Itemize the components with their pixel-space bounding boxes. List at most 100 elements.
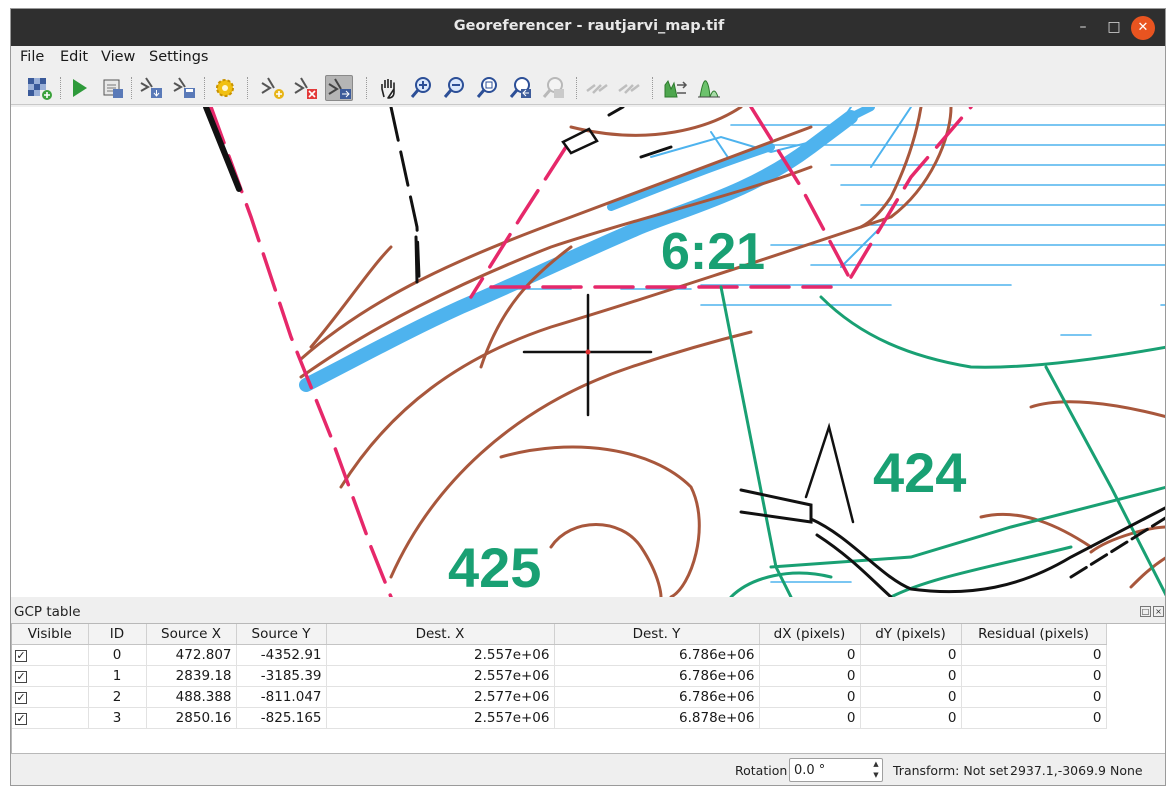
table-row[interactable]: ✓ 2 488.388 -811.047 2.577e+06 6.786e+06…: [12, 686, 1107, 708]
menu-file[interactable]: File: [20, 49, 44, 65]
zoom-last-icon[interactable]: [507, 75, 535, 101]
visible-checkbox-cell[interactable]: ✓: [12, 665, 89, 687]
cell-dy: 0: [860, 665, 962, 687]
cell-dx: 0: [759, 686, 861, 708]
link-qgis-to-georeferencer-icon[interactable]: [615, 75, 643, 101]
crs-status[interactable]: None: [1110, 763, 1143, 778]
maximize-button[interactable]: □: [1100, 9, 1128, 46]
cell-id: 2: [88, 686, 147, 708]
close-button[interactable]: ✕: [1131, 16, 1155, 40]
window-title: Georeferencer - rautjarvi_map.tif: [453, 18, 725, 34]
col-dx[interactable]: dX (pixels): [759, 624, 861, 645]
table-row[interactable]: ✓ 3 2850.16 -825.165 2.557e+06 6.878e+06…: [12, 707, 1107, 729]
spin-down-icon[interactable]: ▼: [870, 770, 882, 781]
move-gcp-point-icon[interactable]: [325, 75, 353, 101]
toolbar-separator: [366, 77, 368, 99]
toolbar-separator: [204, 77, 206, 99]
title-bar: Georeferencer - rautjarvi_map.tif – □ ✕: [11, 9, 1165, 46]
transformation-settings-icon[interactable]: [211, 75, 239, 101]
toolbar-separator: [131, 77, 133, 99]
menu-edit[interactable]: Edit: [60, 49, 88, 65]
menu-view[interactable]: View: [101, 49, 135, 65]
col-source-y[interactable]: Source Y: [236, 624, 327, 645]
cell-id: 1: [88, 665, 147, 687]
map-label-425: 425: [448, 536, 541, 597]
visible-checkbox-cell[interactable]: ✓: [12, 644, 89, 666]
cell-dy: 0: [860, 644, 962, 666]
col-visible[interactable]: Visible: [12, 624, 89, 645]
cell-residual: 0: [961, 707, 1107, 729]
gcp-table-dock-header: GCP table □ ×: [11, 601, 1165, 623]
start-georeferencing-icon[interactable]: [65, 75, 93, 101]
col-dest-y[interactable]: Dest. Y: [554, 624, 760, 645]
col-dy[interactable]: dY (pixels): [860, 624, 962, 645]
visible-checkbox[interactable]: ✓: [15, 691, 27, 704]
cell-dest-y[interactable]: 6.878e+06: [554, 707, 760, 729]
visible-checkbox[interactable]: ✓: [15, 670, 27, 683]
gcp-grid: Visible ID Source X Source Y Dest. X Des…: [12, 624, 1107, 729]
delete-point-icon[interactable]: [292, 75, 320, 101]
toolbar-separator: [652, 77, 654, 99]
link-georeferencer-to-qgis-icon[interactable]: [583, 75, 611, 101]
cell-source-x[interactable]: 472.807: [146, 644, 237, 666]
table-row[interactable]: ✓ 1 2839.18 -3185.39 2.557e+06 6.786e+06…: [12, 665, 1107, 687]
cell-dx: 0: [759, 707, 861, 729]
cell-dx: 0: [759, 665, 861, 687]
dock-close-icon[interactable]: ×: [1153, 606, 1164, 617]
cell-source-x[interactable]: 2850.16: [146, 707, 237, 729]
col-dest-x[interactable]: Dest. X: [326, 624, 555, 645]
cell-residual: 0: [961, 644, 1107, 666]
cell-id: 3: [88, 707, 147, 729]
rotation-spinbox[interactable]: 0.0 ° ▲ ▼: [789, 758, 883, 782]
cell-dest-y[interactable]: 6.786e+06: [554, 644, 760, 666]
cell-source-x[interactable]: 2839.18: [146, 665, 237, 687]
cell-source-y[interactable]: -3185.39: [236, 665, 327, 687]
visible-checkbox[interactable]: ✓: [15, 712, 27, 725]
zoom-out-icon[interactable]: [441, 75, 469, 101]
menu-bar: File Edit View Settings: [11, 46, 1165, 71]
rotation-value[interactable]: 0.0 °: [794, 763, 825, 778]
dock-float-icon[interactable]: □: [1140, 606, 1151, 617]
cell-dest-x[interactable]: 2.557e+06: [326, 707, 555, 729]
cell-source-y[interactable]: -825.165: [236, 707, 327, 729]
rotation-label: Rotation: [735, 763, 788, 778]
zoom-next-icon[interactable]: [540, 75, 568, 101]
cell-source-x[interactable]: 488.388: [146, 686, 237, 708]
map-label-424: 424: [873, 441, 966, 504]
generate-gdal-script-icon[interactable]: [99, 75, 127, 101]
map-label-621: 6:21: [661, 223, 765, 281]
col-id[interactable]: ID: [88, 624, 147, 645]
menu-settings[interactable]: Settings: [149, 49, 208, 65]
gcp-table[interactable]: Visible ID Source X Source Y Dest. X Des…: [11, 623, 1165, 754]
cell-dest-x[interactable]: 2.557e+06: [326, 665, 555, 687]
visible-checkbox[interactable]: ✓: [15, 649, 27, 662]
local-histogram-stretch-icon[interactable]: [695, 75, 723, 101]
add-point-icon[interactable]: [259, 75, 287, 101]
visible-checkbox-cell[interactable]: ✓: [12, 686, 89, 708]
cell-dest-y[interactable]: 6.786e+06: [554, 686, 760, 708]
cell-dest-y[interactable]: 6.786e+06: [554, 665, 760, 687]
cell-dest-x[interactable]: 2.577e+06: [326, 686, 555, 708]
table-row[interactable]: ✓ 0 472.807 -4352.91 2.557e+06 6.786e+06…: [12, 644, 1107, 666]
georeferencer-window: Georeferencer - rautjarvi_map.tif – □ ✕ …: [10, 8, 1166, 786]
col-source-x[interactable]: Source X: [146, 624, 237, 645]
cell-source-y[interactable]: -811.047: [236, 686, 327, 708]
open-raster-icon[interactable]: [26, 75, 54, 101]
visible-checkbox-cell[interactable]: ✓: [12, 707, 89, 729]
gcp-crosshair: [522, 293, 653, 417]
full-histogram-stretch-icon[interactable]: [661, 75, 689, 101]
zoom-in-icon[interactable]: [408, 75, 436, 101]
map-canvas[interactable]: 6:21 424 425: [11, 107, 1165, 597]
cell-residual: 0: [961, 686, 1107, 708]
cell-source-y[interactable]: -4352.91: [236, 644, 327, 666]
toolbar-separator: [60, 77, 62, 99]
zoom-to-layer-icon[interactable]: [474, 75, 502, 101]
pan-icon[interactable]: [375, 75, 403, 101]
minimize-button[interactable]: –: [1069, 9, 1097, 46]
save-gcp-points-icon[interactable]: [171, 75, 199, 101]
load-gcp-points-icon[interactable]: [138, 75, 166, 101]
col-residual[interactable]: Residual (pixels): [961, 624, 1107, 645]
spin-up-icon[interactable]: ▲: [870, 759, 882, 770]
cell-dy: 0: [860, 707, 962, 729]
cell-dest-x[interactable]: 2.557e+06: [326, 644, 555, 666]
